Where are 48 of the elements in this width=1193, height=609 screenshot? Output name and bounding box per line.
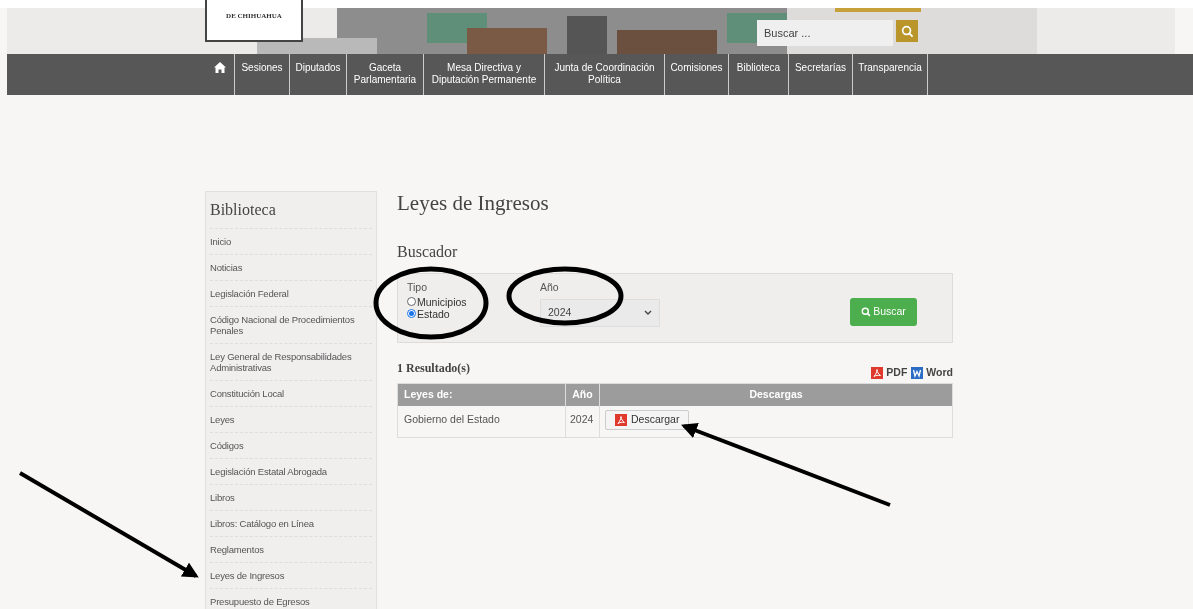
search-icon: [900, 24, 914, 38]
nav-link[interactable]: Mesa Directiva y Diputación Permanente: [424, 54, 545, 95]
field-label: Tipo: [407, 280, 429, 295]
column-header: Año: [565, 383, 600, 406]
sidebar-link[interactable]: Inicio: [210, 229, 372, 255]
nav-link[interactable]: Secretarías: [789, 54, 853, 95]
page-title: Leyes de Ingresos: [397, 193, 550, 214]
nav-link[interactable]: Junta de Coordinación Política: [545, 54, 665, 95]
results-count: 1 Resultado(s): [397, 360, 470, 377]
section-title: Buscador: [397, 242, 459, 262]
download-button[interactable]: Descargar: [605, 409, 690, 430]
chevron-icon: [644, 310, 652, 316]
sidebar-link[interactable]: Presupuesto de Egresos: [210, 589, 372, 609]
nav-link[interactable]: Biblioteca: [729, 54, 789, 95]
sidebar-link[interactable]: Constitución Local: [210, 381, 372, 407]
sidebar-link[interactable]: Códigos: [210, 433, 372, 459]
nav-link[interactable]: Transparencia: [853, 54, 928, 95]
sidebar-link[interactable]: Libros: Catálogo en Línea: [210, 511, 372, 537]
home-icon: [213, 62, 226, 73]
sidebar-link[interactable]: Código Nacional de Procedimientos Penales: [210, 307, 372, 344]
radio-option[interactable]: Municipios: [407, 295, 540, 308]
radio-option[interactable]: Estado: [407, 307, 540, 320]
sidebar-link[interactable]: Noticias: [210, 255, 372, 281]
word-icon: [911, 367, 924, 380]
sidebar-link[interactable]: Leyes de Ingresos: [210, 563, 372, 589]
search-field[interactable]: Buscar ...: [757, 20, 893, 46]
sidebar-link[interactable]: Ley General de Responsabilidades Administrativas: [210, 344, 372, 381]
nav-link[interactable]: Diputados: [290, 54, 347, 95]
sidebar-link[interactable]: Libros: [210, 485, 372, 511]
column-header: Descargas: [599, 383, 953, 406]
table-cell: Gobierno del Estado: [397, 405, 566, 438]
column-header: Leyes de:: [397, 383, 566, 406]
nav-link[interactable]: Sesiones: [235, 54, 290, 95]
sidebar-link[interactable]: Legislación Estatal Abrogada: [210, 459, 372, 485]
sidebar-link[interactable]: Reglamentos: [210, 537, 372, 563]
table-cell: 2024: [565, 405, 600, 438]
sidebar-link[interactable]: Leyes: [210, 407, 372, 433]
pdf-icon: [615, 413, 627, 426]
sidebar-link[interactable]: Legislación Federal: [210, 281, 372, 307]
pdf-icon: [871, 367, 884, 380]
nav-link[interactable]: Gaceta Parlamentaria: [347, 54, 424, 95]
export-link[interactable]: Word: [911, 365, 953, 381]
sidebar-title: Biblioteca: [210, 198, 372, 229]
export-link[interactable]: PDF: [871, 365, 908, 381]
nav-link[interactable]: Comisiones: [665, 54, 729, 95]
field-label: Año: [540, 280, 560, 295]
search-icon: [861, 307, 872, 317]
search-button[interactable]: [896, 20, 918, 42]
